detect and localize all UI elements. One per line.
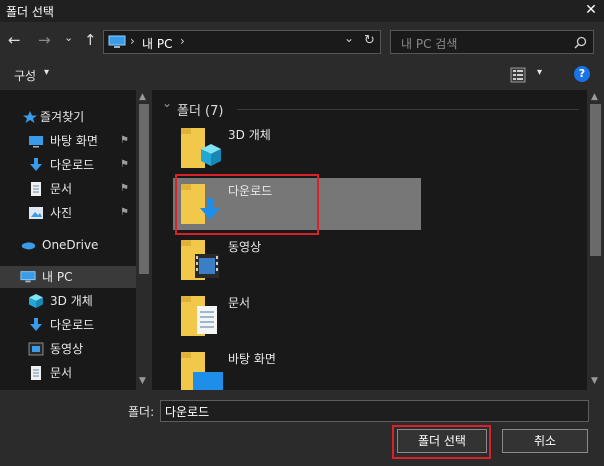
document-icon xyxy=(181,296,217,336)
sidebar-item-label: 3D 개체 xyxy=(50,294,93,308)
computer-icon xyxy=(20,271,36,283)
folder-item-videos[interactable]: 동영상 xyxy=(173,234,421,286)
organize-arrow-icon[interactable]: ▾ xyxy=(44,67,49,78)
sidebar-item-label: 즐겨찾기 xyxy=(40,110,85,124)
sidebar-scrollbar-thumb[interactable] xyxy=(139,104,149,274)
download-icon xyxy=(30,158,42,171)
sidebar-scrollbar[interactable]: ▲ ▼ xyxy=(136,90,152,390)
picture-icon xyxy=(29,207,43,219)
folder-item-3d-objects[interactable]: 3D 개체 xyxy=(173,122,421,174)
scroll-up-arrow-icon[interactable]: ▲ xyxy=(591,92,598,102)
content-scrollbar[interactable]: ▲ ▼ xyxy=(587,90,604,390)
sidebar-item-label: OneDrive xyxy=(42,238,99,252)
folder-label: 문서 xyxy=(228,296,251,310)
sidebar-item-label: 바탕 화면 xyxy=(50,134,98,148)
sidebar-item-label: 다운로드 xyxy=(50,318,95,332)
toolbar: 구성 ▾ ▾ ? xyxy=(0,60,604,90)
sidebar-item-label: 문서 xyxy=(50,366,73,380)
address-dropdown-button[interactable]: ⌄ xyxy=(344,31,354,45)
sidebar-item-desktop[interactable]: 바탕 화면 ⚑ xyxy=(0,130,136,152)
scroll-up-arrow-icon[interactable]: ▲ xyxy=(139,92,146,102)
sidebar-item-favorites[interactable]: 즐겨찾기 xyxy=(0,106,136,128)
back-button[interactable]: ← xyxy=(8,30,21,50)
sidebar-item-label: 내 PC xyxy=(42,270,73,284)
sidebar-item-label: 다운로드 xyxy=(50,158,95,172)
star-icon xyxy=(23,111,37,123)
folder-label: 바탕 화면 xyxy=(228,352,276,366)
pin-icon[interactable]: ⚑ xyxy=(120,130,129,152)
address-separator[interactable]: › xyxy=(180,34,185,48)
pin-icon[interactable]: ⚑ xyxy=(120,154,129,176)
content-scrollbar-thumb[interactable] xyxy=(590,104,601,256)
sidebar-item-3d-objects[interactable]: 3D 개체 xyxy=(0,290,136,312)
search-box[interactable]: 내 PC 검색 xyxy=(390,30,594,54)
folder-name-input[interactable]: 다운로드 xyxy=(160,400,589,422)
help-button[interactable]: ? xyxy=(574,66,590,82)
computer-icon xyxy=(108,35,126,48)
up-button[interactable]: ↑ xyxy=(84,30,97,50)
cube-icon xyxy=(29,294,43,308)
sidebar-item-this-pc[interactable]: 내 PC xyxy=(0,266,136,288)
desktop-icon xyxy=(29,136,43,148)
folder-field-label: 폴더: xyxy=(128,405,155,419)
folder-label: 동영상 xyxy=(228,240,262,254)
folder-item-downloads[interactable]: 다운로드 xyxy=(173,178,421,230)
address-bar[interactable]: › 내 PC › ⌄ ↻ xyxy=(103,30,381,54)
video-icon xyxy=(181,240,219,280)
sidebar-item-pictures[interactable]: 사진 ⚑ xyxy=(0,202,136,224)
desktop-icon xyxy=(181,352,223,392)
download-icon xyxy=(181,184,220,224)
pin-icon[interactable]: ⚑ xyxy=(120,202,129,224)
window-title: 폴더 선택 xyxy=(6,5,54,19)
search-input[interactable]: 내 PC 검색 xyxy=(401,35,457,52)
document-icon xyxy=(31,182,41,196)
refresh-button[interactable]: ↻ xyxy=(364,33,375,48)
cancel-button[interactable]: 취소 xyxy=(502,429,588,453)
sidebar-item-videos[interactable]: 동영상 xyxy=(0,338,136,360)
cube-icon xyxy=(181,128,221,168)
folder-item-documents[interactable]: 문서 xyxy=(173,290,421,342)
address-location[interactable]: 내 PC xyxy=(142,35,172,52)
download-icon xyxy=(30,318,42,331)
bottom-panel: 폴더: 다운로드 폴더 선택 취소 xyxy=(0,390,604,466)
sidebar-item-documents[interactable]: 문서 ⚑ xyxy=(0,178,136,200)
select-folder-button[interactable]: 폴더 선택 xyxy=(397,429,487,453)
navigation-pane: 즐겨찾기 바탕 화면 ⚑ 다운로드 ⚑ 문서 ⚑ 사진 ⚑ OneDrive 내… xyxy=(0,90,152,390)
scroll-down-arrow-icon[interactable]: ▼ xyxy=(139,376,146,386)
sidebar-item-downloads-pc[interactable]: 다운로드 xyxy=(0,314,136,336)
sidebar-item-downloads[interactable]: 다운로드 ⚑ xyxy=(0,154,136,176)
video-icon xyxy=(28,342,44,356)
title-bar: 폴더 선택 ✕ xyxy=(0,0,604,22)
search-icon[interactable] xyxy=(574,36,587,49)
group-header[interactable]: 폴더 (7) xyxy=(177,100,223,119)
organize-menu[interactable]: 구성 xyxy=(14,67,36,84)
folder-label: 3D 개체 xyxy=(228,128,271,142)
scroll-down-arrow-icon[interactable]: ▼ xyxy=(591,376,598,386)
pin-icon[interactable]: ⚑ xyxy=(120,178,129,200)
sidebar-item-onedrive[interactable]: OneDrive xyxy=(0,234,136,256)
folder-label: 다운로드 xyxy=(228,184,273,198)
content-pane: ⌄ 폴더 (7) 3D 개체 다운로드 동영상 문서 바탕 화면 ▲ ▼ xyxy=(153,90,604,392)
view-options-icon[interactable] xyxy=(510,67,526,83)
sidebar-item-label: 사진 xyxy=(50,206,73,220)
document-icon xyxy=(31,366,41,380)
view-options-arrow-icon[interactable]: ▾ xyxy=(537,67,542,78)
group-divider xyxy=(237,109,579,110)
sidebar-item-label: 문서 xyxy=(50,182,73,196)
forward-button[interactable]: → xyxy=(38,30,51,50)
sidebar-item-label: 동영상 xyxy=(50,342,84,356)
close-button[interactable]: ✕ xyxy=(578,0,604,22)
group-collapse-icon[interactable]: ⌄ xyxy=(162,96,172,110)
sidebar-item-documents-pc[interactable]: 문서 xyxy=(0,362,136,384)
recent-locations-button[interactable]: ⌄ xyxy=(64,28,73,48)
cloud-icon xyxy=(21,242,36,250)
address-separator[interactable]: › xyxy=(130,34,135,48)
